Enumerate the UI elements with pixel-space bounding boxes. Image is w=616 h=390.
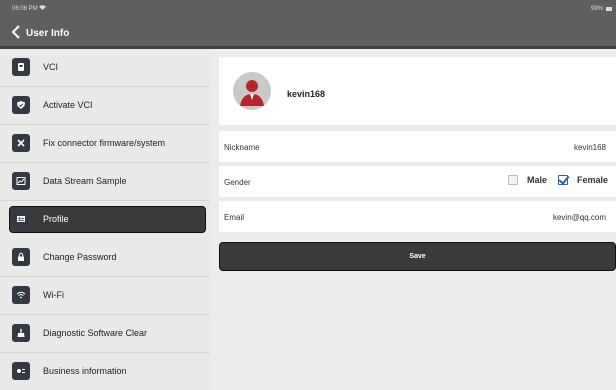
sidebar-item-change-password[interactable]: Change Password <box>0 239 210 277</box>
gender-options: Male Female <box>507 175 608 185</box>
profile-card: kevin168 <box>219 57 616 125</box>
chart-icon <box>12 172 30 190</box>
sidebar-item-label: Fix connector firmware/system <box>43 138 166 148</box>
gender-label: Gender <box>224 178 251 187</box>
battery-indicator: 99% <box>591 6 612 12</box>
profile-username: kevin168 <box>287 89 326 99</box>
shield-check-icon <box>12 96 30 114</box>
male-label[interactable]: Male <box>527 175 547 185</box>
nickname-value[interactable]: kevin168 <box>574 143 606 152</box>
sidebar-item-fix-connector[interactable]: Fix connector firmware/system <box>0 125 210 163</box>
status-bar: 06:06 PM 99% <box>0 0 616 20</box>
email-value[interactable]: kevin@qq.com <box>553 213 606 222</box>
sidebar-item-vci[interactable]: VCI <box>0 49 210 87</box>
sidebar-item-label: Activate VCI <box>43 100 93 110</box>
female-checkbox[interactable] <box>557 175 568 185</box>
broom-icon <box>12 324 30 342</box>
email-label: Email <box>224 213 245 222</box>
sidebar-item-label: Diagnostic Software Clear <box>43 328 148 338</box>
wifi-status-icon <box>38 4 47 13</box>
nickname-label: Nickname <box>224 143 260 152</box>
page-title: User Info <box>26 28 70 39</box>
lock-icon <box>12 248 30 266</box>
sidebar: VCI Activate VCI Fix connector firmware/… <box>0 49 210 390</box>
wifi-icon <box>12 286 30 304</box>
sidebar-item-profile[interactable]: Profile <box>0 201 210 239</box>
battery-icon <box>606 7 612 11</box>
save-button[interactable]: Save <box>219 242 616 271</box>
sidebar-item-wifi[interactable]: Wi-Fi <box>0 277 210 315</box>
title-bar: User Info <box>0 20 616 46</box>
profile-card-icon <box>12 210 30 228</box>
gender-row: Gender Male Female <box>219 166 616 197</box>
email-row[interactable]: Email kevin@qq.com <box>219 201 616 232</box>
profile-panel: kevin168 Nickname kevin168 Gender Male F… <box>210 49 616 390</box>
avatar[interactable] <box>233 72 271 110</box>
business-icon <box>12 362 30 380</box>
battery-percent: 99% <box>590 6 603 12</box>
sidebar-item-data-stream-sample[interactable]: Data Stream Sample <box>0 163 210 201</box>
sidebar-item-activate-vci[interactable]: Activate VCI <box>0 87 210 125</box>
sidebar-item-label: Business information <box>43 366 127 376</box>
male-checkbox[interactable] <box>507 175 518 185</box>
sidebar-item-diagnostic-software-clear[interactable]: Diagnostic Software Clear <box>0 315 210 353</box>
sidebar-item-business-information[interactable]: Business information <box>0 353 210 390</box>
sidebar-item-label: Wi-Fi <box>43 290 64 300</box>
sidebar-item-label: Profile <box>43 214 69 224</box>
nickname-row[interactable]: Nickname kevin168 <box>219 131 616 162</box>
back-chevron-icon[interactable] <box>10 24 24 40</box>
active-highlight <box>9 206 206 233</box>
sidebar-item-label: VCI <box>43 62 59 72</box>
status-time: 06:06 PM <box>12 6 38 12</box>
tools-icon <box>12 134 30 152</box>
female-label[interactable]: Female <box>577 175 608 185</box>
sidebar-item-label: Data Stream Sample <box>43 176 127 186</box>
sidebar-item-label: Change Password <box>43 252 117 262</box>
vci-icon <box>12 58 30 76</box>
